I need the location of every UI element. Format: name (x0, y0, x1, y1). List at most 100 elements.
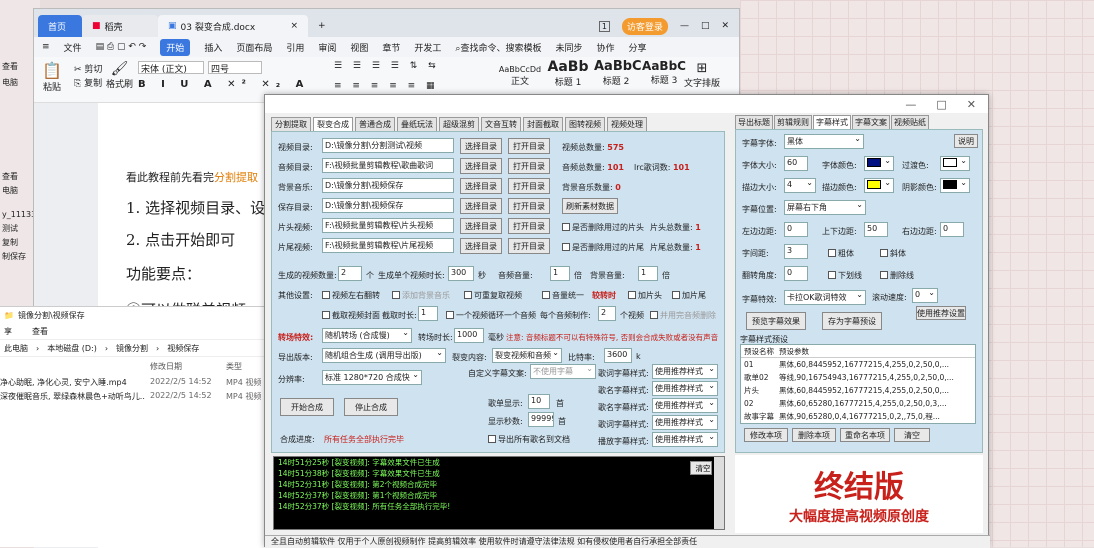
tab-document[interactable]: ▣ 03 裂变合成.docx × (158, 15, 308, 37)
menu-view[interactable]: 视图 (350, 41, 368, 54)
menu-review[interactable]: 审阅 (318, 41, 336, 54)
tab-split[interactable]: 分割提取 (271, 117, 311, 132)
menu-start[interactable]: 开始 (160, 38, 191, 56)
tab-fission[interactable]: 裂变合成 (313, 117, 353, 132)
col-date[interactable]: 修改日期 (150, 361, 182, 372)
pos-select[interactable]: 屏幕右下角 (784, 200, 866, 215)
checkbox[interactable] (650, 311, 658, 319)
vol-input[interactable]: 1 (550, 266, 570, 281)
tab-export-title[interactable]: 导出标题 (735, 115, 773, 130)
log-scrollbar[interactable] (714, 457, 724, 529)
video-select-button[interactable]: 选择目录 (460, 138, 502, 154)
start-button[interactable]: 开始合成 (280, 398, 334, 416)
loop-checkbox[interactable]: 一个视频循环一个音频 (446, 310, 536, 321)
dup-checkbox[interactable]: 可重复取视频 (464, 290, 522, 301)
minimize-icon[interactable]: — (680, 21, 689, 31)
style-h1[interactable]: AaBb 标题 1 (546, 59, 590, 99)
video-dir-input[interactable]: D:\镜像分割\分割测试\视频 (322, 138, 454, 153)
save-dir-input[interactable]: D:\镜像分割\视频保存 (322, 198, 454, 213)
col-type[interactable]: 类型 (226, 361, 242, 372)
angle-input[interactable]: 0 (784, 266, 808, 281)
tab-sticker[interactable]: 视频贴纸 (891, 115, 929, 130)
size-input[interactable]: 60 (784, 156, 808, 171)
window-count-icon[interactable]: 1 (598, 20, 610, 32)
checkbox[interactable] (880, 249, 888, 257)
tab-sub-text[interactable]: 字幕文案 (852, 115, 890, 130)
list-item[interactable]: 01 黑体,60,8445952,16777215,4,255,0,2,50,0,… (741, 358, 975, 371)
checkbox[interactable] (562, 223, 570, 231)
italic-checkbox[interactable]: 斜体 (880, 248, 906, 259)
audio-select-button[interactable]: 选择目录 (460, 158, 502, 174)
size-select[interactable]: 四号 (208, 61, 262, 75)
transition-color-select[interactable] (940, 156, 970, 171)
tab-process[interactable]: 视频处理 (607, 117, 647, 132)
checkbox[interactable] (542, 291, 550, 299)
close-icon[interactable]: × (290, 21, 298, 31)
list-item[interactable]: 歌单02 等线,90,16754943,16777215,4,255,0,2,50… (741, 371, 975, 384)
stroke-select[interactable]: 4 (784, 178, 816, 193)
tab-rules[interactable]: 剪辑规则 (774, 115, 812, 130)
split-select[interactable]: 裂变视频和音频 (492, 348, 562, 363)
sub-style-select[interactable]: 使用推荐样式 (652, 364, 718, 379)
del-tail-checkbox[interactable]: 是否删除用过的片尾 (562, 242, 644, 253)
checkbox[interactable] (562, 243, 570, 251)
font-select[interactable]: 宋体 (正文) (138, 61, 204, 75)
strike-checkbox[interactable]: 删除线 (880, 270, 914, 281)
format-icons[interactable]: B I U A ✕² ✕₂ A (138, 79, 309, 90)
list-item[interactable]: 02 黑体,60,65280,16777215,4,255,0,2,50,0,3,… (741, 397, 975, 410)
trans-select[interactable]: 随机转场 (合成慢) (322, 328, 412, 343)
menu-file[interactable]: 文件 (64, 41, 82, 54)
sync-button[interactable]: 未同步 (555, 41, 582, 54)
audio-open-button[interactable]: 打开目录 (508, 158, 550, 174)
tab-docer[interactable]: ■ 稻壳 (82, 15, 158, 37)
delete-button[interactable]: 删除本项 (792, 428, 836, 442)
checkbox[interactable] (880, 271, 888, 279)
tail-dir-input[interactable]: F:\视频批量剪辑教程\片尾视频 (322, 238, 454, 253)
file-row[interactable]: 深夜催眠音乐, 翠绿森林晨色+动听鸟儿... 2022/2/5 14:52 MP… (0, 389, 280, 403)
visitor-login-button[interactable]: 访客登录 (621, 17, 668, 35)
stroke-color-select[interactable] (864, 178, 894, 193)
every-input[interactable]: 2 (598, 306, 616, 321)
use-recommended-button[interactable]: 使用推荐设置 (916, 306, 966, 320)
tab-img-video[interactable]: 图转视频 (565, 117, 605, 132)
tab-stack[interactable]: 叠纸玩法 (397, 117, 437, 132)
sub-style-select[interactable]: 使用推荐样式 (652, 432, 718, 447)
list-item[interactable]: 故事字幕 黑体,90,65280,0,4,16777215,0,2,,75,0,程… (741, 410, 975, 423)
checkbox[interactable] (672, 291, 680, 299)
tab-mix[interactable]: 超级混剪 (439, 117, 479, 132)
mirror-checkbox[interactable]: 视频左右翻转 (322, 290, 380, 301)
cut-button[interactable]: ✂ 剪切 (74, 63, 102, 77)
add-head-checkbox[interactable]: 加片头 (628, 290, 662, 301)
del-head-checkbox[interactable]: 是否删除用过的片头 (562, 222, 644, 233)
shadow-color-select[interactable] (940, 178, 970, 193)
copy-button[interactable]: ⎘ 复制 (74, 77, 102, 91)
tail-select-button[interactable]: 选择目录 (460, 238, 502, 254)
explorer-menu-share[interactable]: 享 (4, 326, 12, 337)
export-txt-checkbox[interactable]: 导出所有歌名到文档 (488, 434, 570, 445)
tab-home[interactable]: 首页 (38, 15, 82, 37)
bg-open-button[interactable]: 打开目录 (508, 178, 550, 194)
paragraph-icons[interactable]: ☰ ☰ ☰ ☰ ⇅ ⇆ (334, 61, 440, 71)
style-normal[interactable]: AaBbCcDd 正文 (498, 59, 542, 99)
share-button[interactable]: 分享 (629, 41, 647, 54)
close-icon[interactable]: ✕ (967, 98, 976, 111)
close-icon[interactable]: ✕ (721, 21, 729, 31)
head-open-button[interactable]: 打开目录 (508, 218, 550, 234)
add-tail-checkbox[interactable]: 加片尾 (672, 290, 706, 301)
file-row[interactable]: 净心助眠, 净化心灵, 安宁入睡.mp4 2022/2/5 14:52 MP4 … (0, 375, 280, 389)
text-layout-button[interactable]: ⊞ 文字排版 (684, 61, 720, 89)
maximize-icon[interactable]: □ (701, 21, 710, 31)
align-icons[interactable]: ≡ ≡ ≡ ≡ ≡ ▦ (334, 81, 439, 91)
checkbox[interactable] (828, 271, 836, 279)
menu-layout[interactable]: 页面布局 (236, 41, 272, 54)
res-select[interactable]: 标准 1280*720 合成快 (322, 370, 422, 385)
head-dir-input[interactable]: F:\视频批量剪辑教程\片头视频 (322, 218, 454, 233)
menu-icon[interactable]: ≡ (42, 42, 50, 52)
lm-input[interactable]: 0 (784, 222, 808, 237)
audio-dir-input[interactable]: F:\视频批量剪辑教程\歌曲歌词 (322, 158, 454, 173)
font-select[interactable]: 黑体 (784, 134, 864, 149)
breadcrumb-item[interactable]: 本地磁盘 (D:) (47, 343, 97, 354)
effect-select[interactable]: 卡拉OK歌词特效 (784, 290, 866, 305)
save-select-button[interactable]: 选择目录 (460, 198, 502, 214)
paste-button[interactable]: 📋 粘贴 (42, 61, 62, 93)
